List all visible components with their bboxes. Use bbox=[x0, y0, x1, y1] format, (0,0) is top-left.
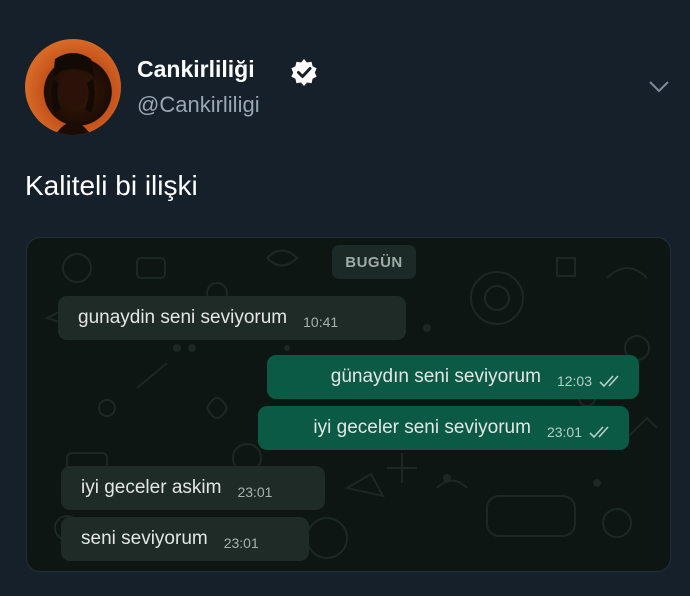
handle[interactable]: @Cankirliligi bbox=[137, 92, 260, 118]
message-time: 12:03 bbox=[556, 373, 592, 389]
display-name[interactable]: Cankirliliği bbox=[137, 56, 255, 83]
message-text: seni seviyorum bbox=[81, 528, 208, 549]
tweet: Cankirliliği @Cankirliligi Kaliteli bi i… bbox=[0, 0, 690, 596]
verified-badge-icon bbox=[291, 59, 317, 86]
message-time: 23:01 bbox=[223, 535, 259, 551]
message-incoming[interactable]: iyi geceler askim 23:01 bbox=[61, 466, 325, 510]
message-text: iyi geceler askim bbox=[81, 477, 222, 498]
message-text: gunaydin seni seviyorum bbox=[78, 307, 288, 328]
chat-screenshot[interactable]: BUGÜN gunaydin seni seviyorum 10:41 güna… bbox=[26, 237, 671, 572]
message-time: 23:01 bbox=[237, 484, 273, 500]
message-outgoing[interactable]: iyi geceler seni seviyorum 23:01 bbox=[258, 406, 629, 450]
avatar[interactable] bbox=[25, 39, 121, 135]
message-outgoing[interactable]: günaydın seni seviyorum 12:03 bbox=[267, 355, 639, 399]
message-incoming[interactable]: gunaydin seni seviyorum 10:41 bbox=[58, 296, 406, 340]
double-check-icon bbox=[599, 375, 619, 388]
message-time: 23:01 bbox=[546, 424, 582, 440]
message-text: günaydın seni seviyorum bbox=[330, 366, 541, 387]
tweet-text: Kaliteli bi ilişki bbox=[25, 170, 198, 201]
message-incoming[interactable]: seni seviyorum 23:01 bbox=[61, 517, 309, 561]
chevron-down-icon[interactable] bbox=[648, 80, 670, 94]
message-text: iyi geceler seni seviyorum bbox=[313, 417, 531, 438]
double-check-icon bbox=[589, 426, 609, 439]
date-divider: BUGÜN bbox=[332, 245, 416, 279]
message-time: 10:41 bbox=[303, 314, 339, 330]
